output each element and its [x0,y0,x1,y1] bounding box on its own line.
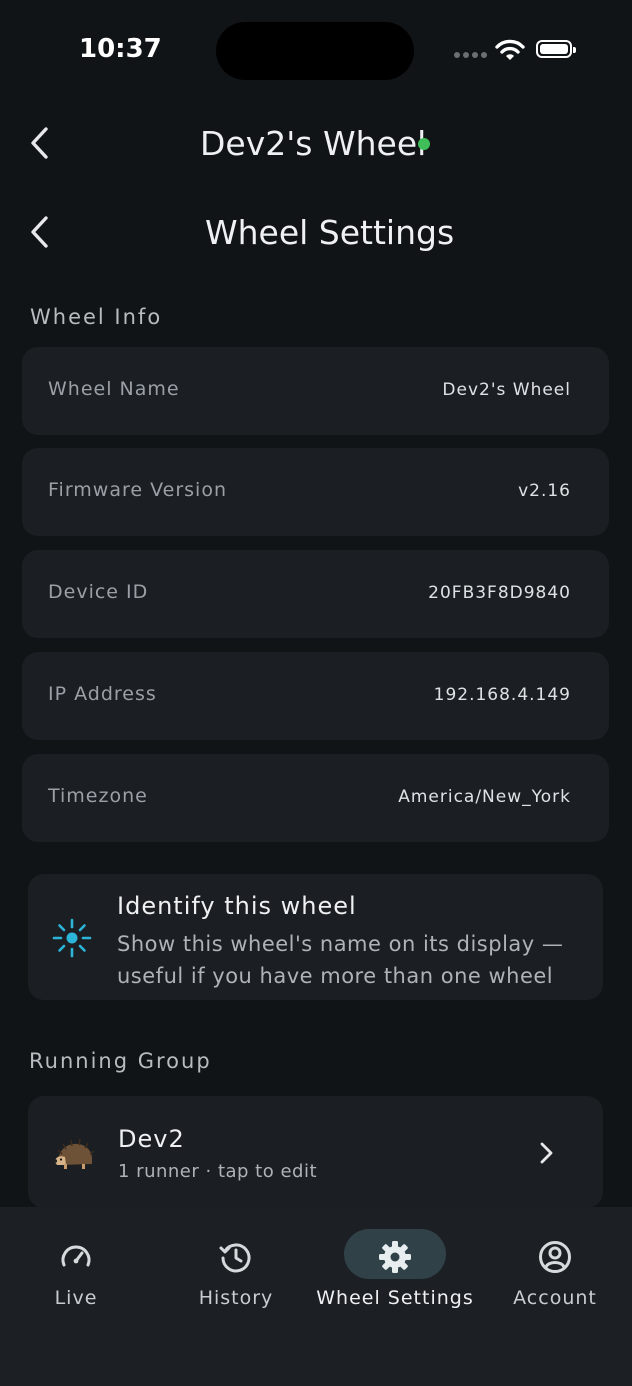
tab-label: Live [54,1287,98,1309]
back-icon[interactable] [20,212,60,252]
dynamic-island [216,22,414,80]
status-time: 10:37 [79,34,162,64]
info-row-firmware: Firmware Version v2.16 [22,448,609,536]
row-value: 192.168.4.149 [433,685,571,705]
row-value: v2.16 [518,481,571,501]
sparkle-icon [52,918,92,958]
hedgehog-icon [53,1138,95,1169]
info-row-timezone: Timezone America/New_York [22,754,609,842]
tab-history[interactable]: History [157,1207,315,1327]
identify-title: Identify this wheel [117,892,357,920]
tab-account[interactable]: Account [476,1207,632,1327]
battery-icon [536,40,576,58]
row-label: IP Address [48,683,157,705]
group-name: Dev2 [118,1125,185,1153]
wifi-icon [495,39,525,60]
row-label: Wheel Name [48,378,180,400]
bottom-nav: Live History Wheel Settings Account [0,1207,632,1386]
chevron-right-icon [540,1142,553,1164]
row-label: Device ID [48,581,149,603]
row-value: 20FB3F8D9840 [428,583,571,603]
tab-wheel-settings[interactable]: Wheel Settings [316,1207,474,1327]
info-row-wheel-name: Wheel Name Dev2's Wheel [22,347,609,435]
row-label: Firmware Version [48,479,227,501]
speedometer-icon [61,1245,91,1267]
wheel-title: Dev2's Wheel [200,124,427,163]
row-value: Dev2's Wheel [442,380,571,400]
section-title-wheel-info: Wheel Info [30,305,163,329]
section-title-running-group: Running Group [29,1049,212,1073]
tab-label: Wheel Settings [316,1287,474,1309]
history-icon [219,1243,251,1273]
account-icon [539,1241,571,1273]
back-icon[interactable] [20,123,60,163]
tab-live[interactable]: Live [0,1207,155,1327]
info-row-ip-address: IP Address 192.168.4.149 [22,652,609,740]
signal-icon [454,52,487,60]
gear-icon [379,1241,411,1273]
online-status-dot [418,138,430,150]
tab-label: Account [513,1287,597,1309]
row-label: Timezone [48,785,148,807]
page-title: Wheel Settings [205,213,455,252]
tab-label: History [198,1287,274,1309]
running-group-row[interactable] [28,1096,603,1208]
info-row-device-id: Device ID 20FB3F8D9840 [22,550,609,638]
row-value: America/New_York [398,787,571,807]
identify-description: Show this wheel's name on its display — … [117,932,564,988]
group-subtitle: 1 runner · tap to edit [118,1161,318,1182]
